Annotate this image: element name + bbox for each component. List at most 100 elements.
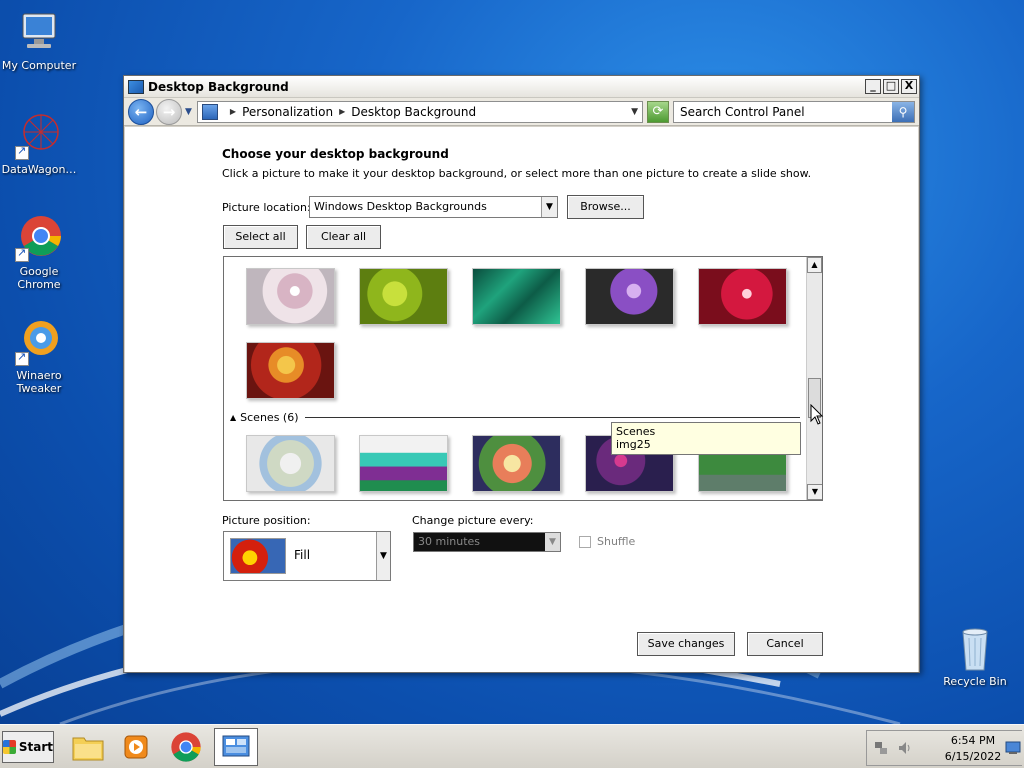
picture-location-dropdown[interactable]: Windows Desktop Backgrounds ▼	[309, 196, 558, 218]
gallery-scrollbar[interactable]: ▲ ▼	[806, 257, 822, 500]
desktop-icon-label: Recycle Bin	[943, 675, 1007, 688]
wallpaper-thumbnail[interactable]	[246, 268, 335, 325]
chrome-icon	[15, 214, 63, 262]
wallpaper-thumbnail[interactable]	[472, 435, 561, 492]
shortcut-arrow-icon	[15, 144, 29, 160]
maximize-button[interactable]: □	[883, 79, 899, 94]
computer-icon	[15, 8, 63, 56]
title-bar[interactable]: Desktop Background _ □ X	[124, 76, 919, 98]
desktop-background-window: Desktop Background _ □ X ← → ▼ ▶ Persona…	[123, 75, 920, 673]
control-panel-icon	[201, 103, 218, 120]
winaero-icon	[15, 318, 63, 366]
select-all-button[interactable]: Select all	[223, 225, 298, 249]
picture-location-value: Windows Desktop Backgrounds	[314, 200, 487, 213]
group-label: Scenes (6)	[240, 411, 299, 424]
folder-icon	[72, 737, 104, 761]
position-preview-image	[230, 538, 286, 574]
start-button[interactable]: Start	[2, 731, 54, 763]
navigation-bar: ← → ▼ ▶ Personalization ▶ Desktop Backgr…	[124, 98, 919, 126]
breadcrumb-chevron-icon[interactable]: ▶	[230, 107, 236, 116]
volume-icon[interactable]	[897, 740, 913, 756]
taskbar-explorer[interactable]	[66, 728, 110, 766]
change-picture-value: 30 minutes	[418, 535, 481, 548]
media-player-icon	[124, 735, 148, 759]
desktop-icon-datawagon[interactable]: DataWagon…	[0, 112, 78, 176]
picture-position-value: Fill	[294, 548, 311, 562]
network-icon[interactable]	[873, 740, 889, 756]
chevron-down-icon: ▼	[545, 533, 560, 551]
clock-time: 6:54 PM	[950, 734, 996, 747]
windows-logo-icon	[3, 740, 16, 754]
taskbar-control-panel[interactable]	[214, 728, 258, 766]
group-divider	[304, 417, 800, 418]
cancel-button[interactable]: Cancel	[747, 632, 823, 656]
taskbar: Start 6:54 PM 6/15/2022	[0, 724, 1024, 768]
mouse-cursor-icon	[810, 404, 824, 425]
system-tray: 6:54 PM 6/15/2022	[866, 730, 1022, 766]
tooltip-line: Scenes	[616, 425, 656, 438]
shortcut-arrow-icon	[15, 350, 29, 366]
back-arrow-icon: ←	[134, 102, 148, 121]
wallpaper-thumbnail[interactable]	[246, 342, 335, 399]
desktop-icon-label: DataWagon…	[1, 163, 77, 176]
address-bar[interactable]: ▶ Personalization ▶ Desktop Background ▼	[196, 100, 643, 123]
chevron-down-icon[interactable]: ▼	[376, 532, 390, 580]
show-desktop-icon[interactable]	[1005, 741, 1021, 755]
change-picture-dropdown: 30 minutes ▼	[413, 532, 561, 552]
wallpaper-thumbnail[interactable]	[246, 435, 335, 492]
desktop-icon-google-chrome[interactable]: Google Chrome	[0, 214, 78, 291]
control-panel-icon	[128, 79, 144, 94]
wallpaper-thumbnail[interactable]	[359, 268, 448, 325]
tooltip-line: img25	[616, 438, 651, 451]
breadcrumb-desktop-background[interactable]: Desktop Background	[351, 105, 476, 119]
desktop-icon-my-computer[interactable]: My Computer	[0, 8, 78, 72]
forward-button[interactable]: →	[156, 98, 182, 125]
change-picture-label: Change picture every:	[412, 514, 534, 527]
tooltip: Scenes img25	[611, 422, 801, 455]
search-icon[interactable]: ⚲	[892, 101, 914, 122]
datawagon-icon	[15, 112, 63, 160]
breadcrumb-chevron-icon[interactable]: ▶	[339, 107, 345, 116]
start-label: Start	[18, 740, 53, 754]
wallpaper-thumbnail[interactable]	[359, 435, 448, 492]
shuffle-checkbox: Shuffle	[579, 535, 635, 548]
main-content: Choose your desktop background Click a p…	[125, 127, 918, 672]
collapse-chevron-icon[interactable]: ▲	[230, 413, 236, 422]
recycle-bin-icon	[951, 624, 999, 672]
save-changes-button[interactable]: Save changes	[637, 632, 735, 656]
desktop-icon-label: Google Chrome	[17, 265, 61, 291]
clear-all-button[interactable]: Clear all	[306, 225, 381, 249]
search-input[interactable]: Search Control Panel	[674, 105, 892, 119]
refresh-button[interactable]: ⟳	[647, 100, 669, 123]
desktop-icon-label: Winaero Tweaker	[16, 369, 62, 395]
desktop-icon-winaero-tweaker[interactable]: Winaero Tweaker	[0, 318, 78, 395]
forward-arrow-icon: →	[162, 102, 176, 121]
breadcrumb-personalization[interactable]: Personalization	[242, 105, 333, 119]
checkbox-box	[579, 535, 591, 548]
wallpaper-thumbnail[interactable]	[585, 268, 674, 325]
browse-button[interactable]: Browse...	[567, 195, 644, 219]
search-box[interactable]: Search Control Panel ⚲	[673, 100, 915, 123]
back-button[interactable]: ←	[128, 98, 154, 125]
clock-date: 6/15/2022	[944, 750, 1002, 763]
minimize-button[interactable]: _	[865, 79, 881, 94]
refresh-icon: ⟳	[652, 103, 664, 119]
picture-location-label: Picture location:	[222, 201, 311, 214]
close-button[interactable]: X	[901, 79, 917, 94]
chevron-down-icon[interactable]: ▼	[541, 197, 557, 217]
address-dropdown-icon[interactable]: ▼	[631, 107, 638, 117]
window-title: Desktop Background	[148, 79, 289, 94]
taskbar-chrome[interactable]	[164, 728, 208, 766]
picture-position-dropdown[interactable]: Fill ▼	[223, 531, 391, 581]
chrome-icon	[171, 732, 201, 762]
wallpaper-thumbnail[interactable]	[472, 268, 561, 325]
control-panel-icon	[222, 735, 250, 757]
taskbar-media-player[interactable]	[114, 728, 158, 766]
scroll-up-icon[interactable]: ▲	[807, 257, 822, 273]
wallpaper-thumbnail[interactable]	[698, 268, 787, 325]
recent-pages-chevron-icon[interactable]: ▼	[185, 107, 192, 117]
desktop-icon-recycle-bin[interactable]: Recycle Bin	[936, 624, 1014, 688]
clock[interactable]: 6:54 PM 6/15/2022	[937, 733, 1009, 765]
scroll-down-icon[interactable]: ▼	[807, 484, 822, 500]
page-description: Click a picture to make it your desktop …	[222, 167, 812, 180]
